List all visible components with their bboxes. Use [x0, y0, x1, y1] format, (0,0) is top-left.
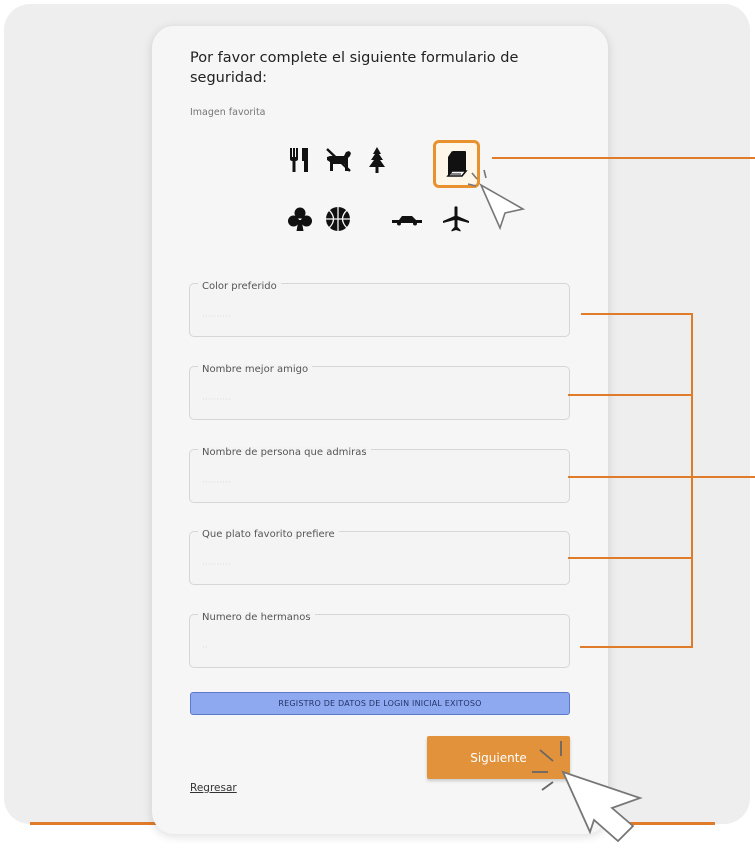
numero-hermanos-input[interactable] — [200, 635, 559, 661]
utensils-icon[interactable] — [280, 143, 320, 177]
basketball-icon[interactable] — [318, 202, 358, 236]
next-button[interactable]: Siguiente — [427, 736, 570, 779]
car-icon[interactable] — [387, 202, 427, 236]
airplane-icon[interactable] — [436, 202, 476, 236]
dog-icon[interactable] — [318, 143, 358, 177]
back-link[interactable]: Regresar — [190, 782, 237, 794]
field-label: Nombre de persona que admiras — [198, 447, 371, 458]
field-label: Numero de hermanos — [198, 612, 315, 623]
field-numero-hermanos: Numero de hermanos — [189, 612, 570, 668]
status-message-bar: REGISTRO DE DATOS DE LOGIN INICIAL EXITO… — [190, 692, 570, 715]
field-nombre-mejor-amigo: Nombre mejor amigo — [189, 364, 570, 420]
plato-favorito-input[interactable] — [200, 552, 559, 578]
field-color-preferido: Color preferido — [189, 281, 570, 337]
image-section-label: Imagen favorita — [190, 107, 266, 118]
field-label: Nombre mejor amigo — [198, 364, 313, 375]
form-title: Por favor complete el siguiente formular… — [190, 50, 519, 86]
field-plato-favorito: Que plato favorito prefiere — [189, 529, 570, 585]
color-preferido-input[interactable] — [200, 304, 559, 330]
book-icon[interactable] — [433, 140, 480, 188]
persona-que-admiras-input[interactable] — [200, 470, 559, 496]
field-persona-que-admiras: Nombre de persona que admiras — [189, 447, 570, 503]
field-label: Que plato favorito prefiere — [198, 529, 339, 540]
nombre-mejor-amigo-input[interactable] — [200, 387, 559, 413]
field-label: Color preferido — [198, 281, 281, 292]
tree-icon[interactable] — [357, 143, 397, 177]
club-icon[interactable] — [280, 202, 320, 236]
